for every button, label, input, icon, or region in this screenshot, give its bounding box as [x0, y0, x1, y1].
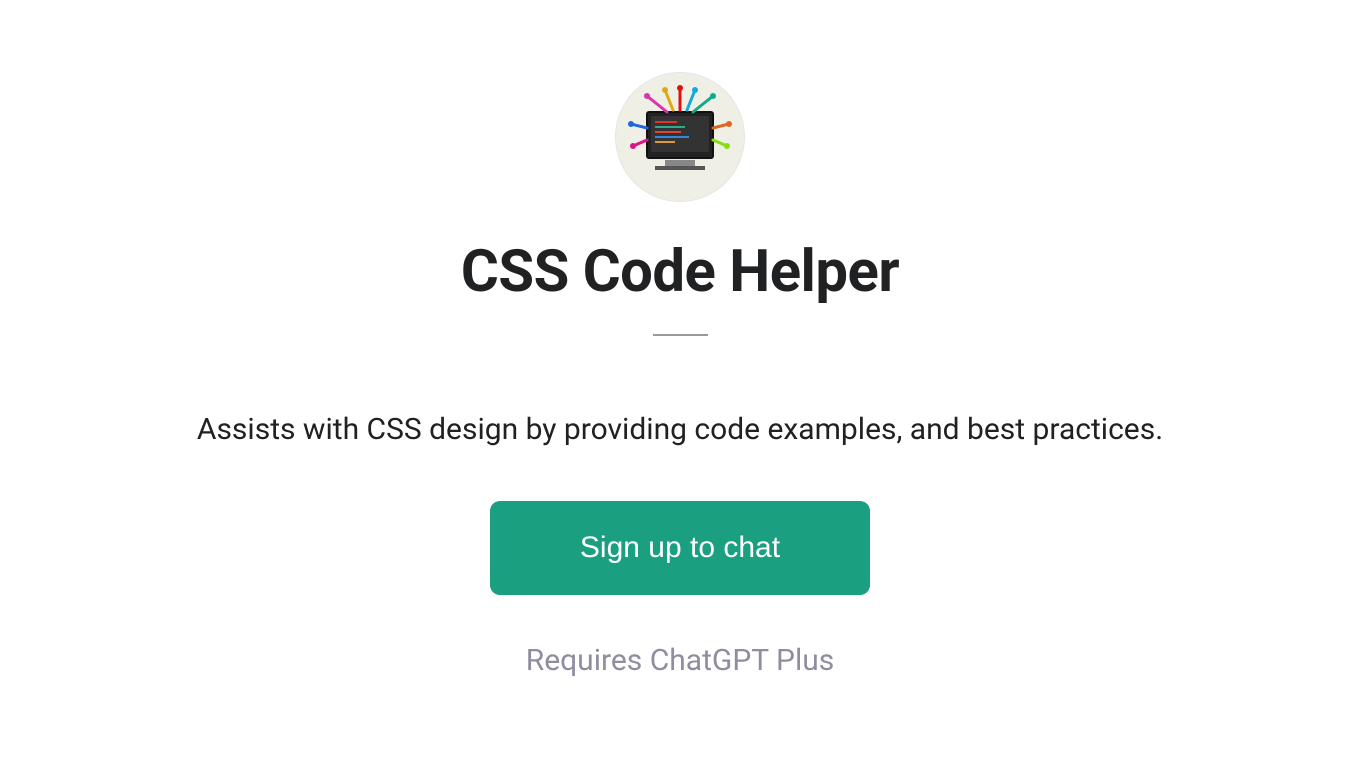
divider	[653, 334, 708, 336]
monitor-code-burst-icon	[625, 82, 735, 192]
signup-button[interactable]: Sign up to chat	[490, 501, 870, 595]
gpt-description: Assists with CSS design by providing cod…	[197, 412, 1163, 447]
page-title: CSS Code Helper	[461, 238, 899, 306]
requirement-note: Requires ChatGPT Plus	[526, 643, 835, 678]
gpt-avatar	[615, 72, 745, 202]
